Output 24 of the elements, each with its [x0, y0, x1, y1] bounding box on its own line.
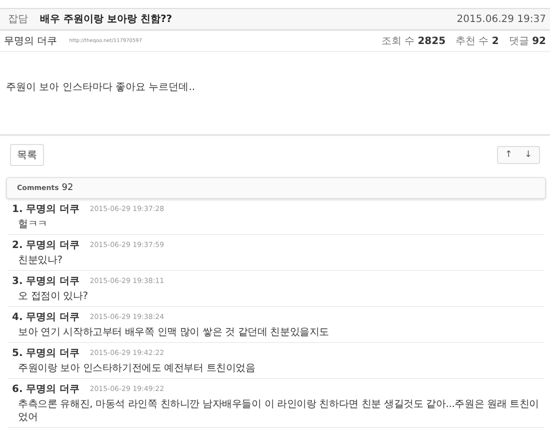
post-stat: 댓글 92	[508, 35, 546, 48]
list-button[interactable]: 목록	[10, 144, 44, 166]
post-title: 배우 주원이랑 보아랑 친함??	[40, 13, 172, 26]
comment-text: 보아 연기 시작하고부터 배우쪽 인맥 많이 쌓은 것 같던데 친분있을지도	[17, 326, 330, 339]
comment-author: 6. 무명의 더쿠	[12, 382, 80, 396]
comment-author: 3. 무명의 더쿠	[12, 274, 80, 288]
post-stat: 조회 수 2825	[381, 35, 446, 48]
comment-text: 헐ㅋㅋ	[17, 218, 48, 231]
next-button[interactable]: ↓	[521, 149, 535, 161]
comments-count: 92	[62, 183, 74, 193]
previous-button[interactable]: ↑	[502, 149, 516, 161]
post-author: 무명의 더쿠	[4, 35, 58, 48]
comment-text: 오 접점이 있나?	[17, 290, 89, 303]
post-stat: 추천 수 2	[456, 35, 499, 48]
post-body: 주원이 보아 인스타마다 좋아요 누르던데..	[0, 52, 550, 136]
comment-text: 주원이랑 보아 인스타하기전에도 예전부터 트친이었음	[17, 362, 256, 375]
comment-author: 1. 무명의 더쿠	[12, 202, 80, 216]
post-date: 2015.06.29 19:37	[456, 14, 546, 24]
comment-author: 2. 무명의 더쿠	[12, 238, 80, 252]
post-category: 잡담	[8, 13, 28, 26]
comment-text: 친분있나?	[17, 254, 64, 267]
comment-author: 4. 무명의 더쿠	[12, 310, 80, 324]
comment-text: 추측으론 유해진, 마동석 라인쪽 친하니깐 남자배우들이 이 라인이랑 친하다면 친분 생길것도 같아...주원은 원래 트친이었어	[17, 398, 540, 424]
comment-author: 5. 무명의 더쿠	[12, 346, 80, 360]
